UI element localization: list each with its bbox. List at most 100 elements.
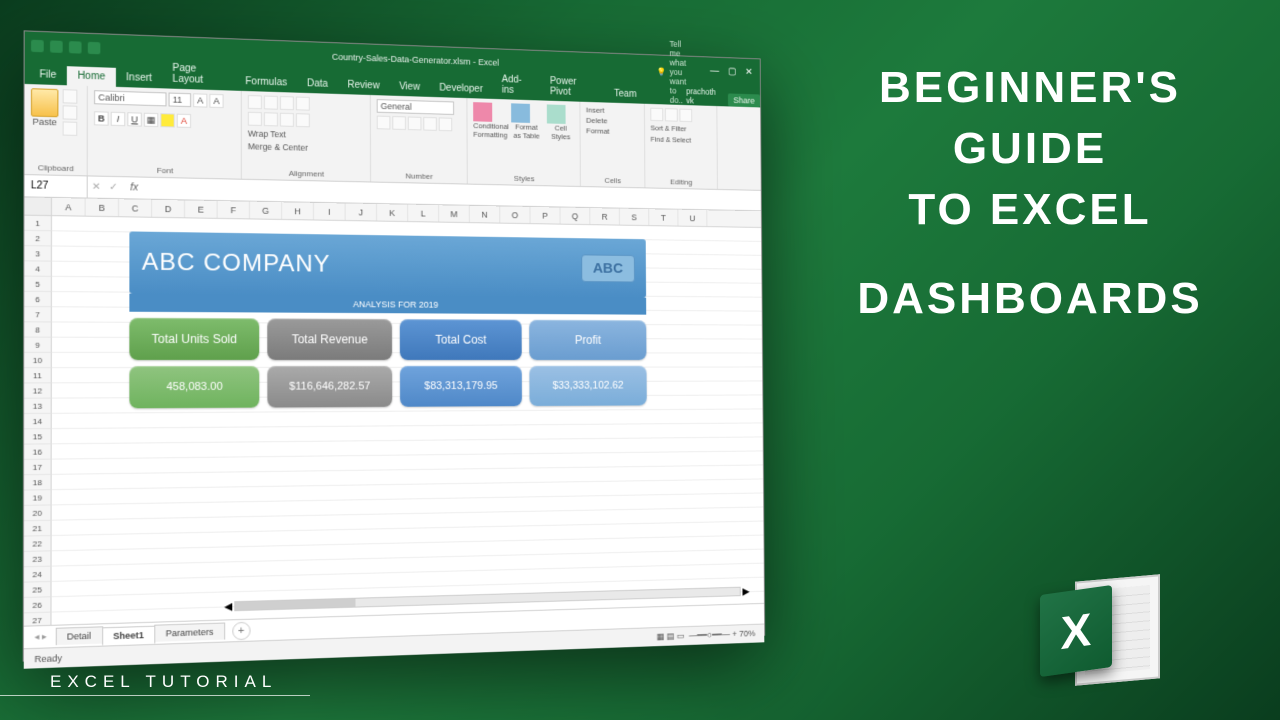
col-header[interactable]: B [86,199,119,217]
col-header[interactable]: E [185,200,218,217]
row-header[interactable]: 23 [24,551,52,567]
col-header[interactable]: A [52,198,86,216]
tab-home[interactable]: Home [67,66,116,87]
row-header[interactable]: 26 [24,597,52,613]
sheet-tab-detail[interactable]: Detail [55,626,102,645]
minimize-icon[interactable]: — [710,65,719,76]
align-middle-icon[interactable] [264,96,278,110]
name-box[interactable]: L27 [24,175,87,197]
format-cells-button[interactable]: Format [586,126,609,135]
quick-access-toolbar[interactable] [25,39,101,54]
indent-icon[interactable] [296,113,310,127]
col-header[interactable]: R [590,208,620,225]
close-icon[interactable]: ✕ [745,67,753,77]
row-header[interactable]: 15 [24,429,52,445]
copy-icon[interactable] [63,105,78,120]
bold-button[interactable]: B [94,111,109,125]
view-normal-icon[interactable]: ▦ [657,632,665,642]
insert-cells-button[interactable]: Insert [586,106,605,115]
tab-page-layout[interactable]: Page Layout [162,58,235,90]
row-header[interactable]: 13 [24,399,52,414]
row-header[interactable]: 17 [24,460,52,476]
row-header[interactable]: 12 [24,383,52,398]
number-format-select[interactable]: General [377,99,454,115]
row-header[interactable]: 18 [24,475,52,491]
row-header[interactable]: 21 [24,521,52,537]
row-header[interactable]: 24 [24,567,52,583]
col-header[interactable]: F [218,201,250,218]
row-header[interactable]: 20 [24,505,52,521]
fill-icon[interactable] [665,108,678,121]
tab-powerpivot[interactable]: Power Pivot [540,72,604,103]
col-header[interactable]: T [649,209,678,225]
tab-developer[interactable]: Developer [430,79,493,99]
fx-icon[interactable]: fx [122,182,147,194]
col-header[interactable]: H [282,202,314,219]
row-header[interactable]: 16 [24,444,52,460]
scroll-right-icon[interactable]: ▸ [742,582,749,601]
col-header[interactable]: L [408,205,439,222]
align-top-icon[interactable] [248,95,262,109]
col-header[interactable]: C [119,199,152,217]
percent-icon[interactable] [392,116,406,130]
row-header[interactable]: 10 [24,353,52,368]
cell-styles-button[interactable]: Cell Styles [547,104,574,141]
format-painter-icon[interactable] [63,121,78,135]
zoom-level[interactable]: 70% [739,629,755,639]
row-header[interactable]: 3 [24,246,52,262]
tab-file[interactable]: File [29,65,67,85]
select-all-corner[interactable] [24,197,52,215]
align-center-icon[interactable] [264,112,278,126]
row-header[interactable]: 7 [24,307,52,322]
border-icon[interactable]: ▦ [144,113,158,127]
font-size-select[interactable]: 11 [169,93,192,108]
share-button[interactable]: Share [728,93,760,107]
col-header[interactable]: K [377,204,408,221]
worksheet-grid[interactable]: A B C D E F G H I J K L M N O P Q R S T [24,197,764,625]
font-name-select[interactable]: Calibri [94,90,166,106]
increase-font-icon[interactable]: A [193,93,207,107]
row-header[interactable]: 11 [24,368,52,383]
col-header[interactable]: Q [560,207,590,224]
col-header[interactable]: I [314,203,346,220]
col-header[interactable]: O [500,206,530,223]
wrap-text-button[interactable]: Wrap Text [248,129,286,140]
col-header[interactable]: U [678,210,707,226]
format-as-table-button[interactable]: Format as Table [511,103,542,140]
autosum-icon[interactable] [650,108,663,122]
row-header[interactable]: 4 [24,261,52,277]
align-bottom-icon[interactable] [280,96,294,110]
fill-color-icon[interactable] [160,113,174,127]
col-header[interactable]: D [152,200,185,218]
row-header[interactable]: 6 [24,292,52,307]
row-header[interactable]: 27 [24,613,52,626]
col-header[interactable]: M [439,205,470,222]
clear-icon[interactable] [679,109,692,122]
enter-formula-icon[interactable]: ✓ [105,182,122,193]
row-header[interactable]: 25 [24,582,52,598]
col-header[interactable]: G [250,202,282,219]
row-header[interactable]: 5 [24,277,52,292]
row-header[interactable]: 1 [24,216,52,232]
merge-center-button[interactable]: Merge & Center [248,141,308,152]
row-header[interactable]: 9 [24,338,52,353]
align-left-icon[interactable] [248,112,262,126]
col-header[interactable]: S [620,209,649,226]
align-right-icon[interactable] [280,113,294,127]
conditional-formatting-button[interactable]: Conditional Formatting [473,102,505,139]
row-header[interactable]: 22 [24,536,52,552]
tab-team[interactable]: Team [605,85,646,104]
font-color-icon[interactable]: A [177,114,191,128]
underline-button[interactable]: U [127,112,141,126]
tab-formulas[interactable]: Formulas [235,72,297,93]
view-break-icon[interactable]: ▭ [677,631,685,641]
paste-button[interactable]: Paste [31,88,59,127]
tab-review[interactable]: Review [338,75,390,95]
formula-input[interactable] [147,188,761,200]
delete-cells-button[interactable]: Delete [586,116,607,125]
sort-filter-button[interactable]: Sort & Filter [650,124,686,133]
orientation-icon[interactable] [296,97,310,111]
row-header[interactable]: 2 [24,231,52,247]
tab-insert[interactable]: Insert [116,68,162,88]
view-layout-icon[interactable]: ▤ [667,631,675,641]
